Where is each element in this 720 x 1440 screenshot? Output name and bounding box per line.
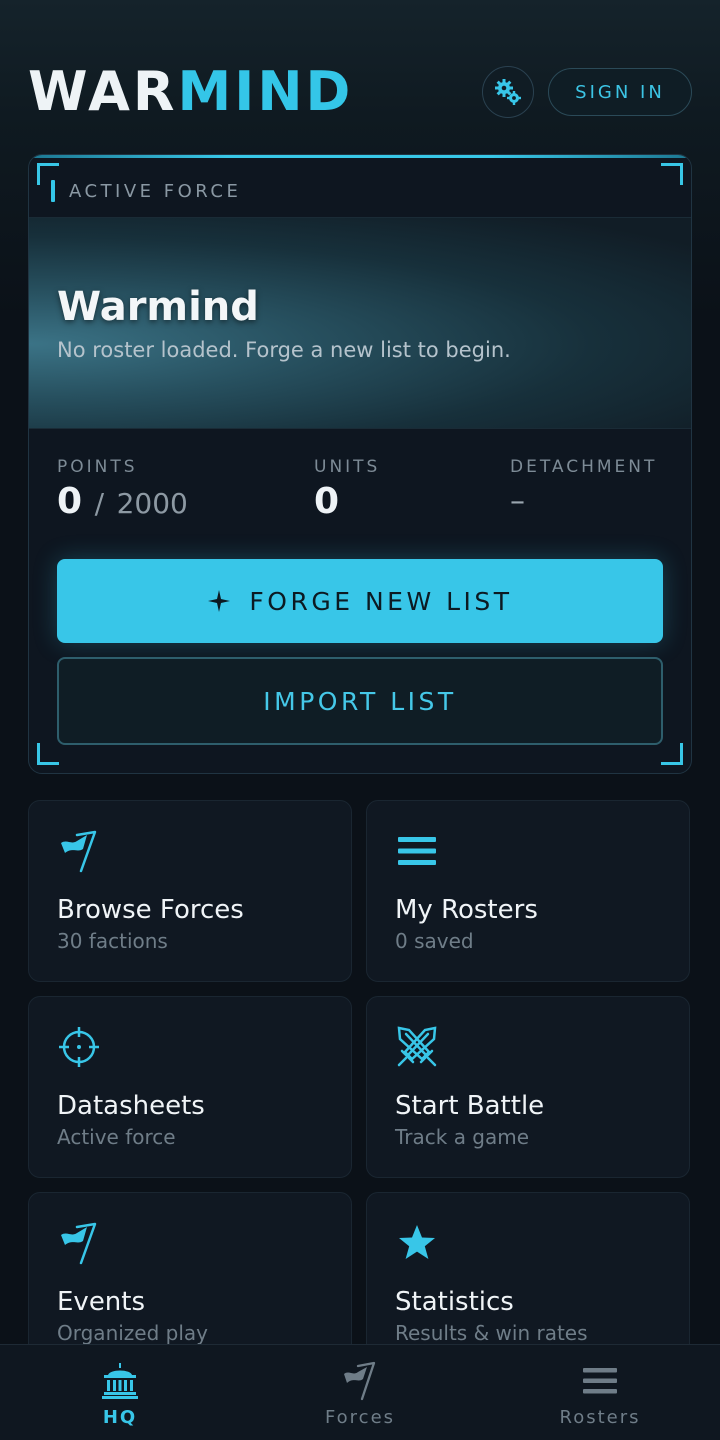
tile-subtitle: 0 saved: [395, 929, 474, 953]
tile-title: Datasheets: [57, 1091, 205, 1121]
nav-label: Rosters: [559, 1407, 641, 1428]
corner-bracket: [661, 163, 683, 185]
force-stats: POINTS 0 / 2000 UNITS 0 DETACHMENT –: [57, 457, 667, 527]
tile-title: My Rosters: [395, 895, 538, 925]
nav-label: HQ: [102, 1407, 138, 1428]
crossed-swords-icon: [397, 1026, 437, 1067]
units-stat: UNITS 0: [314, 457, 380, 523]
force-subtitle: No roster loaded. Forge a new list to be…: [57, 338, 511, 362]
flag-icon: [344, 1361, 376, 1401]
sign-in-button[interactable]: SIGN IN: [548, 68, 692, 116]
corner-bracket: [37, 743, 59, 765]
nav-item-forces[interactable]: Forces: [240, 1345, 480, 1440]
import-list-button[interactable]: IMPORT LIST: [57, 657, 663, 745]
app-logo: WARMIND: [28, 65, 353, 119]
tile-title: Statistics: [395, 1287, 514, 1317]
forge-new-list-button[interactable]: FORGE NEW LIST: [57, 559, 663, 643]
forge-button-label: FORGE NEW LIST: [249, 586, 513, 616]
list-icon: [398, 837, 436, 865]
star-icon: [399, 1225, 435, 1259]
flag-icon: [61, 1222, 97, 1265]
flag-icon: [61, 830, 97, 873]
points-separator: /: [94, 487, 105, 520]
crosshair-icon: [59, 1027, 99, 1067]
logo-text-war: WAR: [28, 60, 178, 123]
app-header: WARMIND SIGN IN: [28, 62, 692, 122]
detachment-stat: DETACHMENT –: [510, 457, 657, 523]
tile-subtitle: Organized play: [57, 1321, 208, 1345]
tile-subtitle: Track a game: [395, 1125, 530, 1149]
active-force-label: ACTIVE FORCE: [51, 179, 241, 203]
bottom-navigation: HQ Forces Rosters: [0, 1344, 720, 1440]
detachment-value: –: [510, 484, 525, 519]
nav-label: Forces: [324, 1407, 396, 1428]
points-label: POINTS: [57, 457, 138, 477]
points-value: 0 / 2000: [57, 481, 188, 525]
tile-my-rosters[interactable]: My Rosters 0 saved: [366, 800, 690, 982]
points-stat: POINTS 0 / 2000: [57, 457, 188, 525]
nav-item-hq[interactable]: HQ: [0, 1345, 240, 1440]
tile-datasheets[interactable]: Datasheets Active force: [28, 996, 352, 1178]
sparkle-icon: [208, 590, 231, 612]
logo-text-mind: MIND: [177, 60, 354, 123]
tile-subtitle: Active force: [57, 1125, 176, 1149]
points-limit: 2000: [116, 487, 188, 520]
gears-icon: [495, 79, 521, 105]
detachment-label: DETACHMENT: [510, 457, 658, 477]
list-icon: [583, 1368, 617, 1394]
tile-browse-forces[interactable]: Browse Forces 30 factions: [28, 800, 352, 982]
active-force-card: ACTIVE FORCE Warmind No roster loaded. F…: [28, 154, 692, 774]
label-accent-bar: [51, 180, 55, 202]
points-current: 0: [57, 481, 83, 522]
tile-subtitle: 30 factions: [57, 929, 168, 953]
force-hero-banner: Warmind No roster loaded. Forge a new li…: [29, 217, 691, 429]
tile-title: Events: [57, 1287, 146, 1317]
nav-item-rosters[interactable]: Rosters: [480, 1345, 720, 1440]
corner-bracket: [661, 743, 683, 765]
header-actions: SIGN IN: [482, 66, 692, 118]
active-force-label-text: ACTIVE FORCE: [69, 180, 242, 202]
force-title: Warmind: [57, 284, 259, 330]
temple-icon: [102, 1363, 138, 1399]
tile-title: Start Battle: [395, 1091, 545, 1121]
tile-subtitle: Results & win rates: [395, 1321, 588, 1345]
units-value: 0: [314, 481, 340, 522]
settings-button[interactable]: [482, 66, 534, 118]
tile-start-battle[interactable]: Start Battle Track a game: [366, 996, 690, 1178]
units-label: UNITS: [314, 457, 381, 477]
tile-title: Browse Forces: [57, 895, 244, 925]
